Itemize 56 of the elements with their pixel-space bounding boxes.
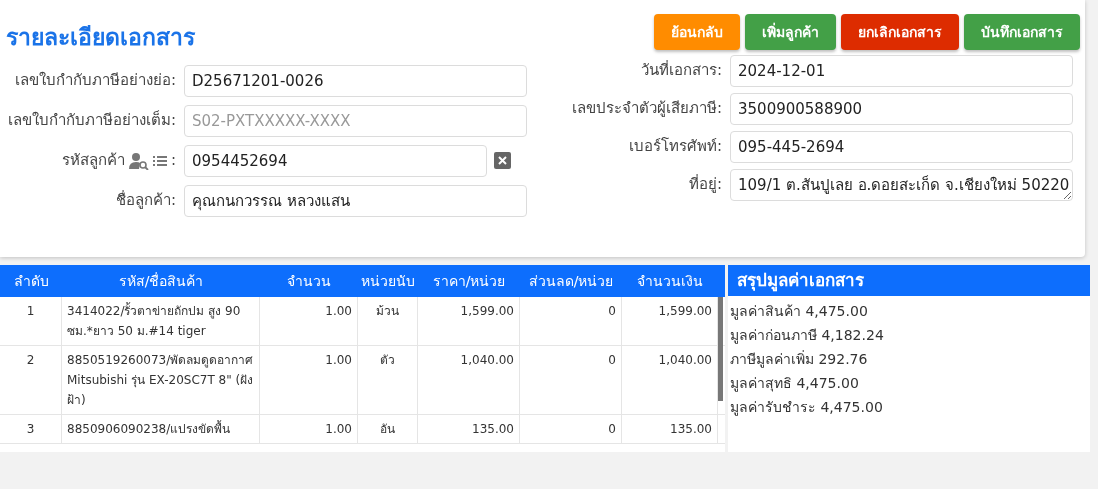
column-header: จำนวน [286, 271, 332, 291]
user-search-icon[interactable] [128, 151, 149, 170]
field-label: เลขประจำตัวผู้เสียภาษี: [571, 98, 722, 119]
summary-line: ภาษีมูลค่าเพิ่ม 292.76 [730, 349, 869, 370]
input-field[interactable]: 095-445-2694 [730, 130, 1073, 163]
table-cell: 1,040.00 [418, 346, 520, 414]
table-cell: 1.00 [260, 346, 358, 414]
table-cell: ม้วน [358, 297, 418, 345]
field-label: ที่อยู่: [688, 174, 722, 195]
summary-line: มูลค่าสุทธิ 4,475.00 [730, 374, 860, 394]
field-label: เบอร์โทรศัพท์: [628, 136, 722, 157]
address-field[interactable]: 109/1 ต.สันปูเลย อ.ดอยสะเก็ด จ.เชียงใหม่ 50220 [730, 168, 1073, 201]
column-header: หน่วยนับ [360, 271, 416, 291]
table-cell: 0 [520, 415, 622, 443]
summary-line: มูลค่าสินค้า 4,475.00 [730, 302, 869, 322]
input-field[interactable]: 3500900588900 [730, 92, 1073, 125]
field-label: วันที่เอกสาร: [640, 60, 722, 81]
table-cell: 1.00 [260, 297, 358, 345]
table-cell: ตัว [358, 346, 418, 414]
field-label: รหัสลูกค้า [61, 150, 125, 171]
field-label: เลขใบกำกับภาษีอย่างเต็ม: [7, 110, 176, 131]
column-header: ราคา/หน่วย [431, 271, 507, 291]
input-field[interactable]: 0954452694 [184, 144, 487, 177]
table-cell: 3 [0, 415, 62, 443]
table-cell: 0 [520, 346, 622, 414]
table-cell: 8850906090238/แปรงขัดพื้น [62, 415, 260, 443]
table-cell: 1 [0, 297, 62, 345]
list-icon[interactable] [152, 154, 167, 167]
colon: : [170, 150, 176, 171]
clear-button[interactable] [494, 152, 511, 169]
input-field[interactable]: คุณกนกวรรณ หลวงแสน [184, 184, 527, 217]
input-field[interactable]: S02-PXTXXXXX-XXXX [184, 104, 527, 137]
close-icon [498, 156, 507, 165]
action-button[interactable]: ยกเลิกเอกสาร [841, 14, 959, 50]
input-field[interactable]: D25671201-0026 [184, 64, 527, 97]
table-cell: 1,599.00 [418, 297, 520, 345]
column-header: รหัส/ชื่อสินค้า [117, 271, 205, 291]
table-cell: 3414022/รั้วตาข่ายถักปม สูง 90 ซม.*ยาว 50 ม.#14 tiger [62, 297, 260, 345]
table-cell: 8850519260073/พัดลมดูดอากาศ Mitsubishi รุ่น EX-20SC7T 8" (ฝังฝ้า) [62, 346, 260, 414]
table-cell: 0 [520, 297, 622, 345]
page-title: รายละเอียดเอกสาร [6, 23, 195, 52]
field-label: เลขใบกำกับภาษีอย่างย่อ: [14, 70, 176, 91]
scrollbar-thumb[interactable] [718, 297, 723, 401]
summary-line: มูลค่าก่อนภาษี 4,182.24 [730, 326, 885, 346]
column-header: จำนวนเงิน [636, 271, 704, 291]
column-header: ลำดับ [12, 271, 50, 291]
table-cell: 135.00 [622, 415, 718, 443]
column-header: ส่วนลด/หน่วย [527, 271, 615, 291]
summary-title: สรุปมูลค่าเอกสาร [728, 265, 1090, 296]
table-cell: 1.00 [260, 415, 358, 443]
table-cell: 2 [0, 346, 62, 414]
table-cell: อัน [358, 415, 418, 443]
summary-line: มูลค่ารับชำระ 4,475.00 [730, 398, 884, 418]
table-cell: 135.00 [418, 415, 520, 443]
input-field[interactable]: 2024-12-01 [730, 54, 1073, 87]
field-label: ชื่อลูกค้า: [115, 190, 176, 211]
